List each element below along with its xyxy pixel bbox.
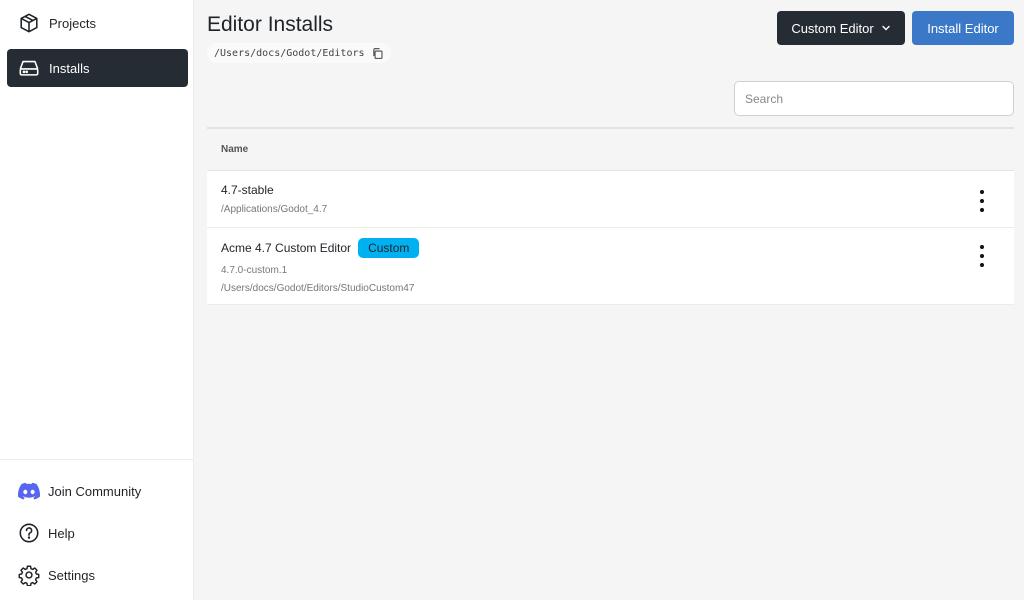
more-options-icon[interactable] (976, 190, 988, 212)
sidebar-item-label: Projects (49, 15, 96, 31)
column-header-name[interactable]: Name (207, 129, 1014, 171)
help-icon (18, 522, 40, 544)
discord-icon (18, 480, 40, 502)
editor-version: 4.7.0-custom.1 (221, 265, 288, 276)
join-community-label: Join Community (48, 483, 142, 499)
settings-label: Settings (48, 567, 95, 583)
table-row[interactable]: Acme 4.7 Custom Editor Custom 4.7.0-cust… (207, 228, 1014, 305)
drive-icon (18, 57, 40, 79)
chevron-down-icon (881, 23, 891, 33)
gear-icon (18, 564, 40, 586)
custom-editor-dropdown-button[interactable]: Custom Editor (777, 11, 905, 45)
main-content: Editor Installs /Users/docs/Godot/Editor… (194, 0, 1024, 600)
sidebar-item-label: Installs (49, 60, 90, 76)
install-path: /Users/docs/Godot/Editors (214, 47, 365, 59)
sidebar-nav: Projects Installs (0, 0, 193, 94)
custom-editor-label: Custom Editor (791, 20, 874, 36)
installs-table: Name 4.7-stable /Applications/Godot_4.7 … (207, 127, 1014, 305)
box-icon (18, 12, 40, 34)
editor-path: /Users/docs/Godot/Editors/StudioCustom47 (221, 283, 415, 294)
copy-icon[interactable] (371, 46, 385, 60)
editor-name: Acme 4.7 Custom Editor Custom (221, 238, 1014, 258)
editor-path: /Applications/Godot_4.7 (221, 204, 328, 215)
app-window: Projects Installs Join Community Help Se… (0, 0, 1024, 600)
sidebar-item-projects[interactable]: Projects (7, 4, 188, 42)
sidebar: Projects Installs Join Community Help Se… (0, 0, 194, 600)
custom-badge: Custom (358, 238, 420, 258)
more-options-icon[interactable] (976, 245, 988, 267)
install-editor-button[interactable]: Install Editor (912, 11, 1014, 45)
table-row[interactable]: 4.7-stable /Applications/Godot_4.7 (207, 171, 1014, 228)
sidebar-item-installs[interactable]: Installs (7, 49, 188, 87)
join-community-link[interactable]: Join Community (0, 470, 193, 512)
install-path-chip[interactable]: /Users/docs/Godot/Editors (207, 43, 391, 63)
settings-link[interactable]: Settings (0, 554, 193, 596)
search-input[interactable] (734, 81, 1014, 116)
help-label: Help (48, 525, 75, 541)
sidebar-footer: Join Community Help Settings (0, 459, 193, 600)
install-editor-label: Install Editor (927, 20, 999, 36)
help-link[interactable]: Help (0, 512, 193, 554)
page-title: Editor Installs (207, 13, 334, 36)
editor-name: 4.7-stable (221, 183, 274, 197)
